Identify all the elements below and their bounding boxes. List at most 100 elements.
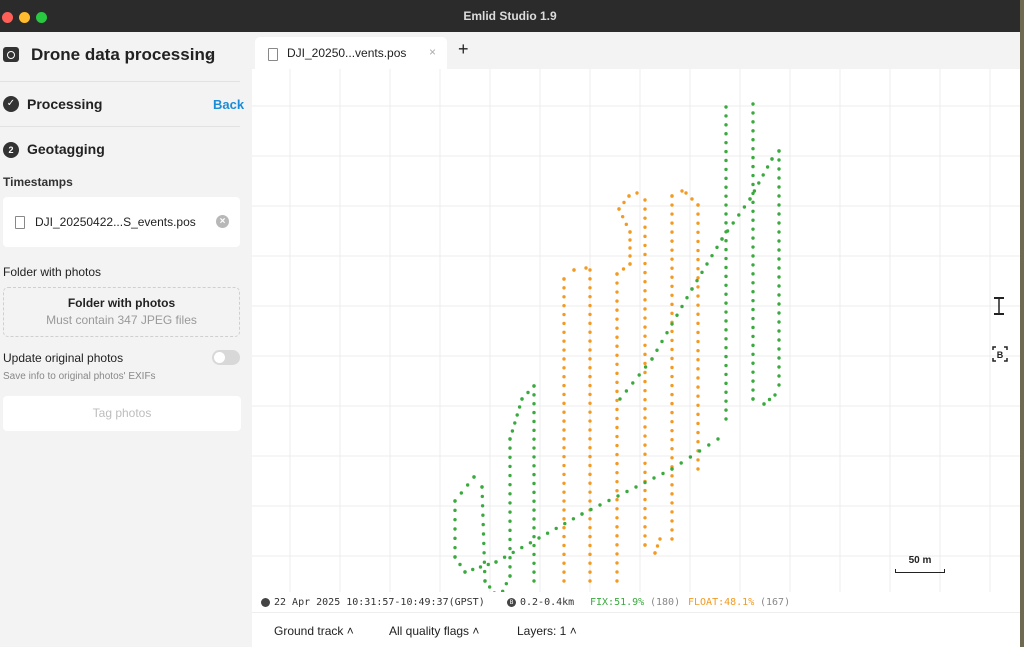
track-point: [588, 419, 592, 423]
track-point: [670, 392, 674, 397]
map-view[interactable]: B 50 m: [252, 69, 1020, 592]
workflow-selector[interactable]: Drone data processing ⌄: [0, 32, 252, 80]
track-point: [751, 146, 755, 151]
track-point: [588, 401, 592, 405]
track-point: [572, 268, 576, 272]
track-point: [670, 194, 674, 198]
app-window: Emlid Studio 1.9 Drone data processing ⌄…: [0, 0, 1020, 647]
track-point: [696, 385, 700, 389]
track-point: [696, 303, 700, 307]
track-point: [670, 401, 674, 406]
track-point: [724, 132, 728, 136]
track-point: [615, 479, 619, 484]
track-point: [696, 312, 700, 316]
track-point: [724, 399, 728, 403]
track-point: [724, 381, 728, 386]
track-point: [508, 437, 512, 441]
track-point: [688, 455, 693, 459]
track-point: [588, 357, 592, 361]
tab-events-pos[interactable]: DJI_20250...vents.pos ×: [255, 37, 447, 69]
track-point: [724, 140, 728, 145]
track-point: [483, 569, 487, 574]
layers-dropdown[interactable]: Layers: 1 ˄: [517, 624, 577, 638]
track-point: [562, 463, 566, 468]
update-photos-toggle[interactable]: [212, 350, 240, 365]
track-point: [670, 322, 674, 326]
track-point: [680, 304, 684, 309]
scale-label: 50 m: [908, 555, 932, 566]
track-point: [765, 165, 770, 169]
track-point: [453, 555, 457, 559]
track-point: [716, 437, 720, 441]
quality-flags-dropdown[interactable]: All quality flags ˄: [389, 624, 479, 638]
track-point: [751, 102, 755, 106]
track-point: [588, 490, 592, 494]
track-point: [643, 488, 647, 493]
track-point: [777, 158, 781, 162]
track-point: [637, 373, 641, 377]
track-point: [696, 248, 700, 253]
track-point: [562, 321, 566, 326]
track-point: [562, 481, 566, 485]
track-point: [643, 470, 647, 475]
track-point: [615, 561, 619, 565]
track-point: [562, 454, 566, 459]
track-point: [665, 331, 669, 335]
main-panel: DJI_20250...vents.pos × + B 50 m 22 Apr …: [252, 32, 1020, 647]
track-point: [707, 443, 711, 447]
track-point: [742, 205, 747, 209]
base-station-icon[interactable]: B: [992, 346, 1008, 365]
track-point: [670, 338, 674, 343]
track-point: [643, 543, 647, 547]
clear-file-icon[interactable]: ×: [216, 215, 229, 228]
track-point: [500, 589, 505, 592]
track-point: [751, 272, 755, 276]
back-button[interactable]: Back: [213, 97, 244, 112]
track-point: [724, 310, 728, 314]
track-point: [588, 534, 592, 539]
new-tab-button[interactable]: +: [458, 39, 469, 60]
track-point: [777, 149, 781, 153]
track-point: [724, 247, 728, 252]
track-point: [710, 253, 714, 258]
track-point: [627, 194, 631, 198]
track-point: [562, 392, 566, 397]
track-point: [696, 267, 700, 271]
track-point: [751, 164, 755, 169]
track-point: [762, 402, 766, 406]
status-fix-count: (180): [650, 597, 681, 608]
close-tab-icon[interactable]: ×: [429, 45, 436, 59]
track-point: [724, 372, 728, 377]
title-bar: Emlid Studio 1.9: [0, 0, 1020, 32]
track-point: [615, 434, 619, 439]
track-point: [562, 517, 566, 521]
track-point: [777, 266, 781, 270]
track-point: [504, 581, 509, 586]
track-point: [725, 229, 730, 233]
height-range-icon[interactable]: [993, 297, 1005, 318]
track-point: [563, 521, 567, 526]
track-point: [777, 230, 781, 234]
track-point: [751, 155, 755, 160]
ground-track-dropdown[interactable]: Ground track ˄: [274, 624, 354, 638]
track-point: [690, 287, 694, 291]
track-point: [532, 499, 536, 503]
track-point: [508, 537, 512, 542]
track-point: [643, 416, 647, 420]
track-point: [777, 248, 781, 252]
track-point: [562, 543, 566, 548]
track-point: [520, 397, 524, 401]
track-point: [620, 214, 625, 219]
tag-photos-button[interactable]: Tag photos: [3, 396, 241, 431]
track-point: [487, 585, 492, 589]
track-point: [643, 452, 647, 456]
track-point: [724, 337, 728, 341]
track-point: [508, 528, 512, 533]
track-point: [615, 308, 619, 312]
timestamps-file-card[interactable]: DJI_20250422...S_events.pos ×: [3, 197, 240, 247]
track-point: [751, 370, 755, 374]
track-point: [696, 339, 700, 344]
track-point: [670, 410, 674, 415]
track-point: [562, 499, 566, 503]
folder-drop-zone[interactable]: Folder with photos Must contain 347 JPEG…: [3, 287, 240, 337]
